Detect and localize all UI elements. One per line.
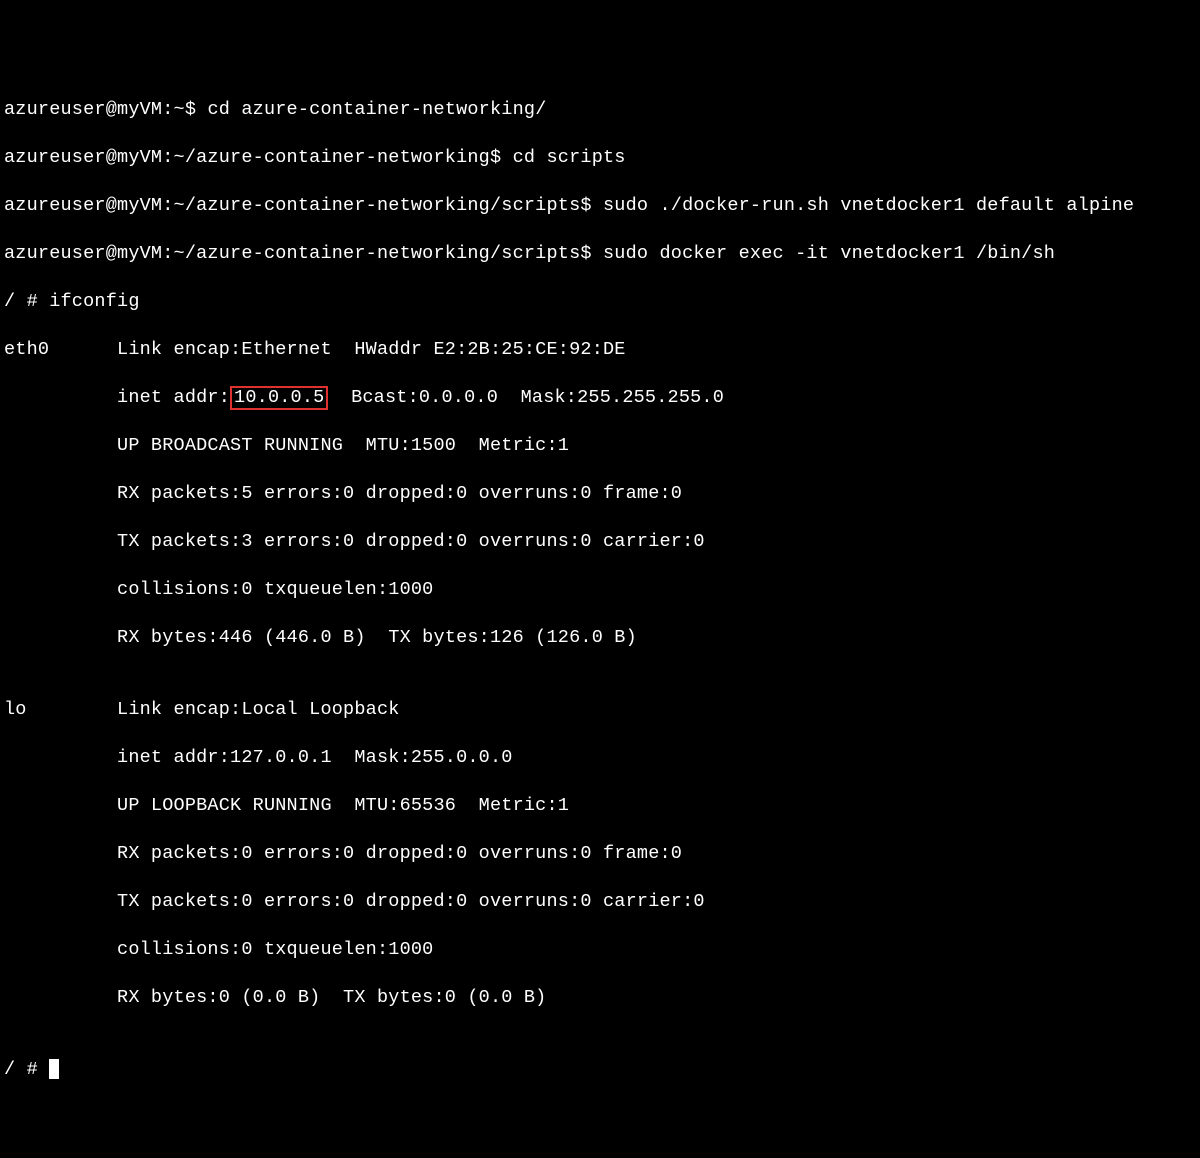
ifconfig-eth0-inet: inet addr:10.0.0.5 Bcast:0.0.0.0 Mask:25…: [4, 386, 1200, 410]
ifconfig-output: inet addr:127.0.0.1 Mask:255.0.0.0: [4, 746, 1200, 770]
terminal-line: azureuser@myVM:~/azure-container-network…: [4, 242, 1200, 266]
shell-prompt: azureuser@myVM:~$: [4, 99, 207, 120]
ifconfig-output: RX bytes:446 (446.0 B) TX bytes:126 (126…: [4, 626, 1200, 650]
output-text: Bcast:0.0.0.0 Mask:255.255.255.0: [328, 387, 724, 408]
shell-prompt: azureuser@myVM:~/azure-container-network…: [4, 243, 603, 264]
output-text: inet addr:: [4, 387, 230, 408]
ifconfig-output: UP BROADCAST RUNNING MTU:1500 Metric:1: [4, 434, 1200, 458]
terminal-line[interactable]: / #: [4, 1058, 1200, 1082]
ifconfig-output: RX packets:5 errors:0 dropped:0 overruns…: [4, 482, 1200, 506]
shell-prompt: azureuser@myVM:~/azure-container-network…: [4, 147, 513, 168]
interface-name: eth0: [4, 339, 49, 360]
command-text: sudo docker exec -it vnetdocker1 /bin/sh: [603, 243, 1055, 264]
highlighted-ip: 10.0.0.5: [230, 386, 328, 410]
terminal-line: / # ifconfig: [4, 290, 1200, 314]
terminal-line: azureuser@myVM:~/azure-container-network…: [4, 194, 1200, 218]
shell-prompt: azureuser@myVM:~/azure-container-network…: [4, 195, 603, 216]
command-text: / # ifconfig: [4, 291, 140, 312]
ifconfig-lo-header: lo Link encap:Local Loopback: [4, 698, 1200, 722]
ifconfig-output: TX packets:0 errors:0 dropped:0 overruns…: [4, 890, 1200, 914]
cursor-icon: [49, 1059, 59, 1079]
command-text: cd azure-container-networking/: [207, 99, 546, 120]
ifconfig-output: collisions:0 txqueuelen:1000: [4, 938, 1200, 962]
ifconfig-output: RX packets:0 errors:0 dropped:0 overruns…: [4, 842, 1200, 866]
shell-prompt: / #: [4, 1059, 49, 1080]
interface-name: lo: [4, 699, 27, 720]
ifconfig-output: RX bytes:0 (0.0 B) TX bytes:0 (0.0 B): [4, 986, 1200, 1010]
terminal-line: azureuser@myVM:~/azure-container-network…: [4, 146, 1200, 170]
ifconfig-output: TX packets:3 errors:0 dropped:0 overruns…: [4, 530, 1200, 554]
terminal-line: azureuser@myVM:~$ cd azure-container-net…: [4, 98, 1200, 122]
output-text: Link encap:Local Loopback: [27, 699, 400, 720]
ifconfig-output: UP LOOPBACK RUNNING MTU:65536 Metric:1: [4, 794, 1200, 818]
ifconfig-output: collisions:0 txqueuelen:1000: [4, 578, 1200, 602]
ifconfig-eth0-header: eth0 Link encap:Ethernet HWaddr E2:2B:25…: [4, 338, 1200, 362]
command-text: sudo ./docker-run.sh vnetdocker1 default…: [603, 195, 1134, 216]
command-text: cd scripts: [513, 147, 626, 168]
output-text: Link encap:Ethernet HWaddr E2:2B:25:CE:9…: [49, 339, 625, 360]
